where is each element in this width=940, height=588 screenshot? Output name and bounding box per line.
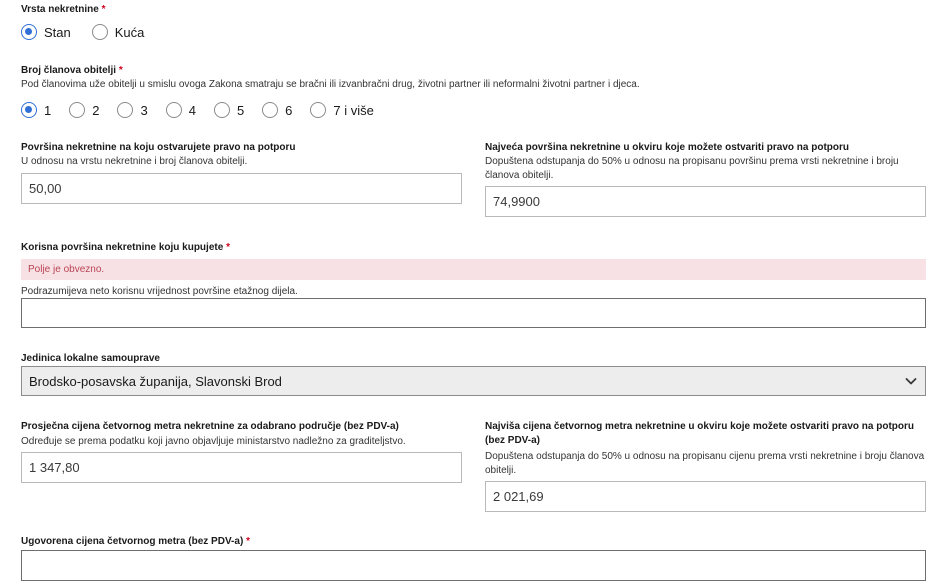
required-mark: * — [101, 4, 106, 15]
property-type-label-text: Vrsta nekretnine — [21, 4, 99, 15]
radio-checked-icon[interactable] — [21, 102, 37, 118]
property-type-radio-group: Stan Kuća — [21, 24, 144, 40]
avg-price-help: Određuje se prema podatku koji javno obj… — [21, 436, 406, 447]
local-unit-select[interactable]: Brodsko-posavska županija, Slavonski Bro… — [21, 366, 926, 396]
property-type-label: Vrsta nekretnine * — [21, 3, 106, 17]
radio-unchecked-icon[interactable] — [165, 102, 182, 118]
local-unit-label: Jedinica lokalne samouprave — [21, 353, 160, 364]
avg-price-field[interactable]: 1 347,80 — [21, 452, 462, 483]
eligible-area-label: Površina nekretnine na koju ostvarujete … — [21, 142, 296, 153]
radio-unchecked-icon[interactable] — [117, 102, 134, 118]
usable-area-label: Korisna površina nekretnine koju kupujet… — [21, 241, 230, 255]
radio-label: 6 — [285, 102, 293, 118]
max-price-field[interactable]: 2 021,69 — [485, 481, 926, 512]
radio-members-4[interactable]: 4 — [165, 102, 196, 118]
max-area-help: Dopuštena odstupanja do 50% u odnosu na … — [485, 156, 899, 181]
eligible-area-help: U odnosu na vrstu nekretnine i broj član… — [21, 156, 248, 167]
required-mark: * — [246, 536, 250, 547]
radio-property-kuca[interactable]: Kuća — [91, 24, 145, 40]
required-mark: * — [118, 65, 123, 76]
agreed-price-label-text: Ugovorena cijena četvornog metra (bez PD… — [21, 536, 244, 547]
avg-price-label: Prosječna cijena četvornog metra nekretn… — [21, 421, 399, 432]
max-price-label: Najviša cijena četvornog metra nekretnin… — [485, 421, 915, 446]
radio-label: 5 — [236, 102, 245, 118]
radio-label: 4 — [188, 102, 196, 118]
radio-label: 3 — [140, 102, 148, 118]
radio-label: 7 i više — [333, 102, 374, 118]
radio-label: 2 — [92, 102, 100, 118]
usable-area-error: Polje je obvezno. — [21, 259, 926, 280]
eligible-area-field[interactable]: 50,00 — [21, 173, 462, 204]
radio-checked-icon[interactable] — [21, 24, 37, 40]
agreed-price-label: Ugovorena cijena četvornog metra (bez PD… — [21, 535, 250, 549]
usable-area-field[interactable] — [21, 298, 926, 328]
radio-property-stan[interactable]: Stan — [21, 24, 71, 40]
max-area-label: Najveća površina nekretnine u okviru koj… — [485, 142, 849, 153]
usable-area-help: Podrazumijeva neto korisnu vrijednost po… — [21, 286, 298, 297]
family-members-help: Pod članovima uže obitelji u smislu ovog… — [21, 79, 640, 90]
radio-unchecked-icon[interactable] — [262, 102, 279, 118]
radio-label: 1 — [44, 102, 52, 118]
usable-area-label-text: Korisna površina nekretnine koju kupujet… — [21, 242, 224, 253]
max-area-field[interactable]: 74,9900 — [485, 186, 926, 217]
radio-label: Stan — [44, 24, 71, 40]
radio-members-5[interactable]: 5 — [213, 102, 245, 118]
radio-unchecked-icon[interactable] — [310, 102, 327, 118]
radio-members-6[interactable]: 6 — [262, 102, 292, 118]
family-members-radio-group: 1 2 3 4 5 6 7 i više — [21, 102, 374, 118]
radio-members-3[interactable]: 3 — [117, 102, 148, 118]
radio-members-2[interactable]: 2 — [69, 102, 99, 118]
radio-members-1[interactable]: 1 — [21, 102, 51, 118]
radio-unchecked-icon[interactable] — [91, 24, 108, 40]
required-mark: * — [226, 242, 230, 253]
chevron-down-icon — [905, 378, 917, 385]
radio-members-7-plus[interactable]: 7 i više — [310, 102, 374, 118]
agreed-price-field[interactable] — [21, 550, 926, 581]
radio-label: Kuća — [114, 24, 145, 40]
radio-unchecked-icon[interactable] — [213, 102, 230, 118]
radio-unchecked-icon[interactable] — [69, 102, 86, 118]
family-members-label-text: Broj članova obitelji — [21, 65, 117, 76]
family-members-label: Broj članova obitelji * — [21, 64, 123, 78]
local-unit-selected-value: Brodsko-posavska županija, Slavonski Bro… — [29, 373, 282, 389]
max-price-help: Dopuštena odstupanja do 50% u odnosu na … — [485, 451, 925, 476]
